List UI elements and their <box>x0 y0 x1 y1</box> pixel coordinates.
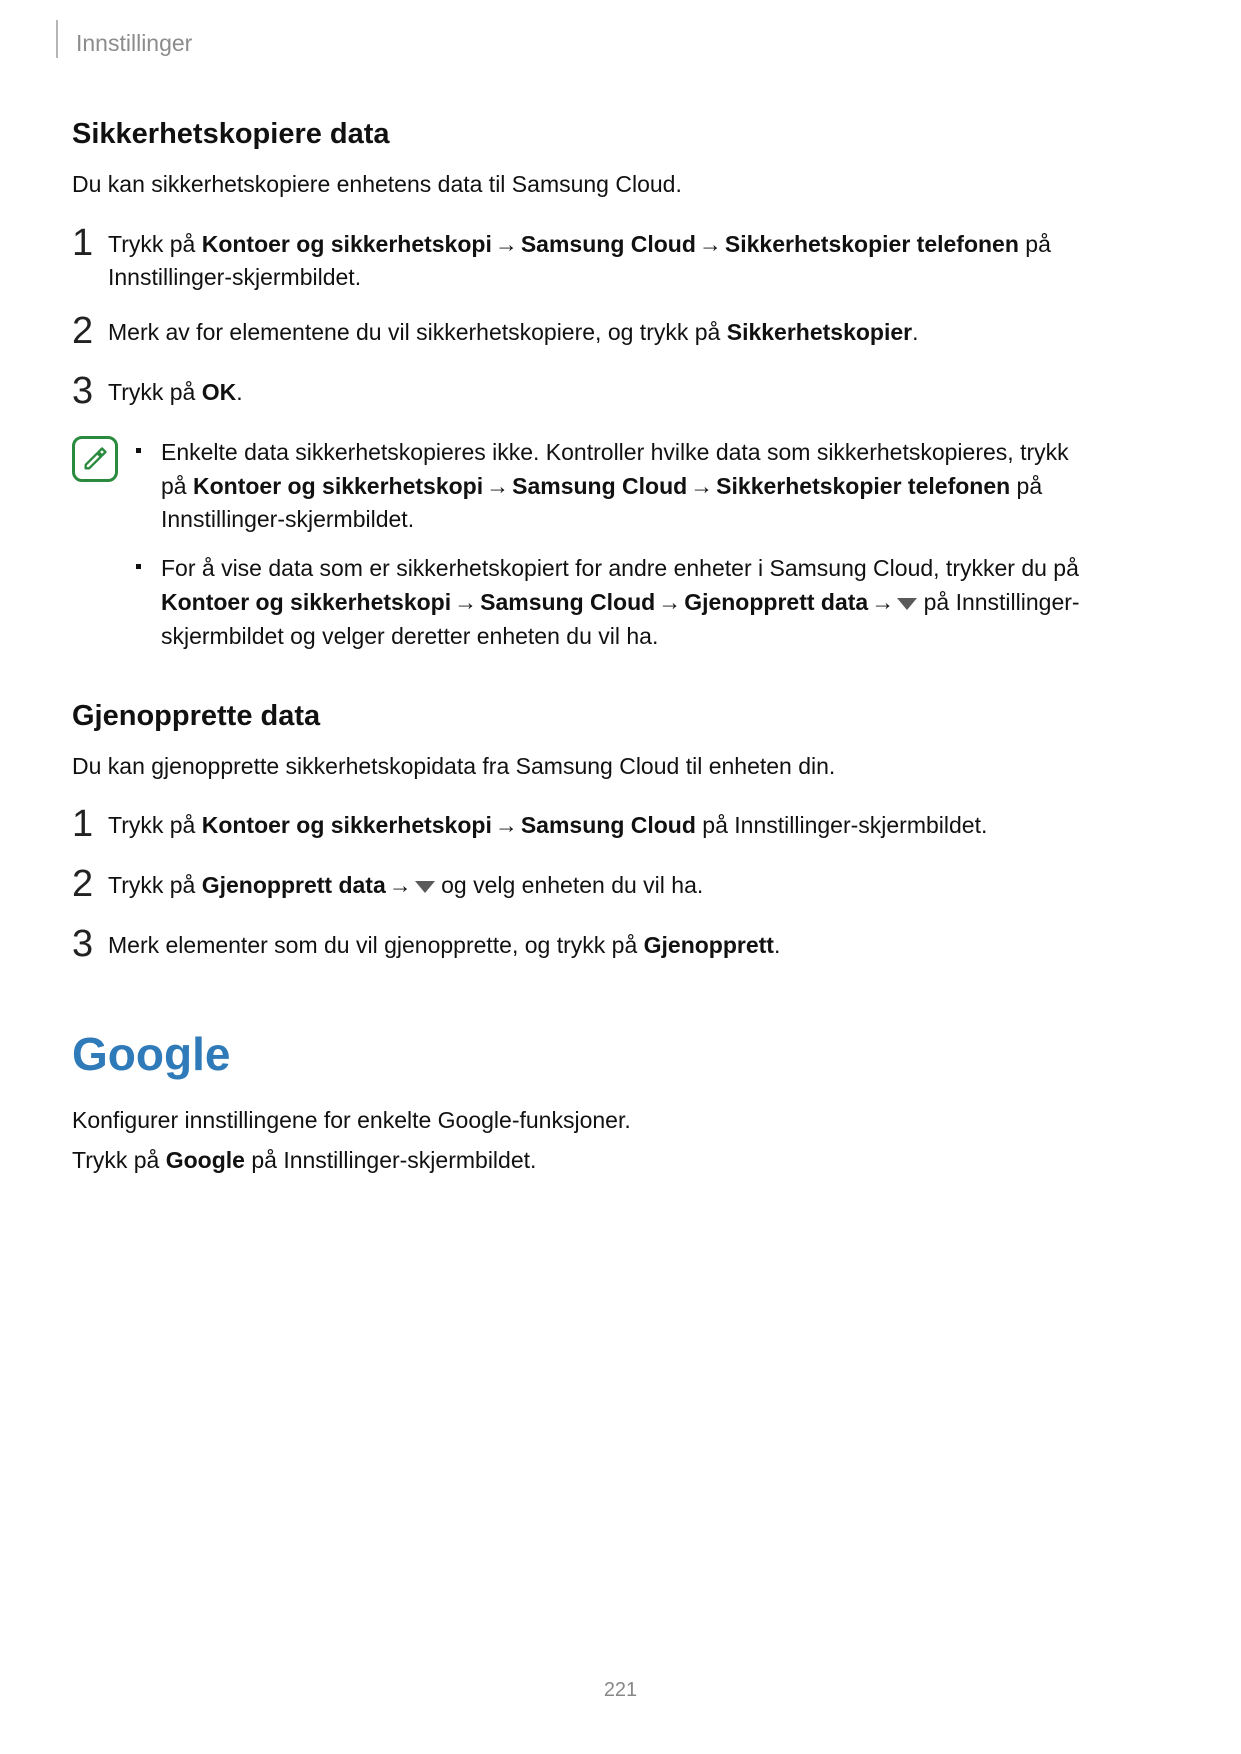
bold-text: Kontoer og sikkerhetskopi <box>202 231 492 257</box>
bold-text: Samsung Cloud <box>521 231 696 257</box>
step-number: 2 <box>72 865 108 903</box>
bold-text: Google <box>166 1147 245 1173</box>
restore-steps: 1 Trykk på Kontoer og sikkerhetskopi → S… <box>72 809 1096 967</box>
text-fragment: Merk av for elementene du vil sikkerhets… <box>108 319 727 345</box>
arrow-icon: → <box>451 586 480 619</box>
step-row: 3 Trykk på OK. <box>72 376 1096 414</box>
text-fragment: på Innstillinger-skjermbildet. <box>245 1147 536 1173</box>
step-row: 2 Trykk på Gjenopprett data → og velg en… <box>72 869 1096 907</box>
note-icon <box>72 436 118 482</box>
bold-text: Samsung Cloud <box>521 812 696 838</box>
bold-text: Gjenopprett <box>644 932 774 958</box>
bold-text: Gjenopprett data <box>684 589 868 615</box>
note-callout: Enkelte data sikkerhetskopieres ikke. Ko… <box>72 436 1096 669</box>
note-icon-wrap <box>72 436 134 482</box>
paragraph: Konfigurer innstillingene for enkelte Go… <box>72 1103 1096 1139</box>
step-row: 1 Trykk på Kontoer og sikkerhetskopi → S… <box>72 228 1096 295</box>
text-fragment: . <box>912 319 918 345</box>
bold-text: Sikkerhetskopier telefonen <box>725 231 1019 257</box>
text-fragment: Trykk på <box>72 1147 166 1173</box>
step-number: 1 <box>72 224 108 262</box>
arrow-icon: → <box>655 586 684 619</box>
bold-text: OK <box>202 379 237 405</box>
arrow-icon: → <box>483 470 512 503</box>
bold-text: Samsung Cloud <box>512 473 687 499</box>
step-text: Trykk på Kontoer og sikkerhetskopi → Sam… <box>108 809 1096 842</box>
bold-text: Kontoer og sikkerhetskopi <box>161 589 451 615</box>
bold-text: Kontoer og sikkerhetskopi <box>193 473 483 499</box>
step-text: Trykk på Kontoer og sikkerhetskopi → Sam… <box>108 228 1096 295</box>
breadcrumb: Innstillinger <box>76 30 192 57</box>
section-heading-backup: Sikkerhetskopiere data <box>72 118 1096 151</box>
section-heading-google: Google <box>72 1027 1096 1081</box>
step-row: 2 Merk av for elementene du vil sikkerhe… <box>72 316 1096 354</box>
step-row: 3 Merk elementer som du vil gjenopprette… <box>72 929 1096 967</box>
text-fragment: Trykk på <box>108 812 202 838</box>
arrow-icon: → <box>492 228 521 261</box>
bold-text: Samsung Cloud <box>480 589 655 615</box>
bullet-icon <box>136 564 141 569</box>
list-item: For å vise data som er sikkerhetskopiert… <box>134 552 1096 653</box>
step-number: 2 <box>72 312 108 350</box>
arrow-icon: → <box>492 809 521 842</box>
note-body: Enkelte data sikkerhetskopieres ikke. Ko… <box>134 436 1096 669</box>
arrow-icon: → <box>687 470 716 503</box>
step-text: Merk elementer som du vil gjenopprette, … <box>108 929 1096 962</box>
text-fragment: på Innstillinger-skjermbildet. <box>696 812 987 838</box>
bold-text: Sikkerhetskopier telefonen <box>716 473 1010 499</box>
section-intro-restore: Du kan gjenopprette sikkerhetskopidata f… <box>72 749 1096 784</box>
text-fragment: Trykk på <box>108 379 202 405</box>
text-fragment: Trykk på <box>108 231 202 257</box>
arrow-icon: → <box>386 869 415 902</box>
pencil-note-icon <box>81 445 109 473</box>
step-row: 1 Trykk på Kontoer og sikkerhetskopi → S… <box>72 809 1096 847</box>
step-text: Trykk på Gjenopprett data → og velg enhe… <box>108 869 1096 904</box>
list-item: Enkelte data sikkerhetskopieres ikke. Ko… <box>134 436 1096 536</box>
page-content: Sikkerhetskopiere data Du kan sikkerhets… <box>72 100 1096 1182</box>
text-fragment: Trykk på <box>108 872 202 898</box>
bold-text: Kontoer og sikkerhetskopi <box>202 812 492 838</box>
bullet-text: Enkelte data sikkerhetskopieres ikke. Ko… <box>161 436 1096 536</box>
dropdown-icon <box>415 869 435 902</box>
bold-text: Gjenopprett data <box>202 872 386 898</box>
page-number: 221 <box>0 1679 1241 1702</box>
backup-steps: 1 Trykk på Kontoer og sikkerhetskopi → S… <box>72 228 1096 415</box>
step-text: Merk av for elementene du vil sikkerhets… <box>108 316 1096 349</box>
text-fragment: . <box>236 379 242 405</box>
bullet-text: For å vise data som er sikkerhetskopiert… <box>161 552 1096 653</box>
text-fragment: og velg enheten du vil ha. <box>435 872 704 898</box>
dropdown-icon <box>897 586 917 619</box>
arrow-icon: → <box>696 228 725 261</box>
step-text: Trykk på OK. <box>108 376 1096 409</box>
paragraph: Trykk på Google på Innstillinger-skjermb… <box>72 1143 1096 1179</box>
bullet-icon <box>136 448 141 453</box>
text-fragment: For å vise data som er sikkerhetskopiert… <box>161 555 1079 581</box>
header-rule <box>56 20 58 58</box>
section-intro-backup: Du kan sikkerhetskopiere enhetens data t… <box>72 167 1096 202</box>
step-number: 3 <box>72 925 108 963</box>
text-fragment: Merk elementer som du vil gjenopprette, … <box>108 932 644 958</box>
step-number: 3 <box>72 372 108 410</box>
text-fragment: . <box>774 932 780 958</box>
arrow-icon: → <box>868 586 897 619</box>
step-number: 1 <box>72 805 108 843</box>
section-heading-restore: Gjenopprette data <box>72 700 1096 733</box>
bold-text: Sikkerhetskopier <box>727 319 912 345</box>
